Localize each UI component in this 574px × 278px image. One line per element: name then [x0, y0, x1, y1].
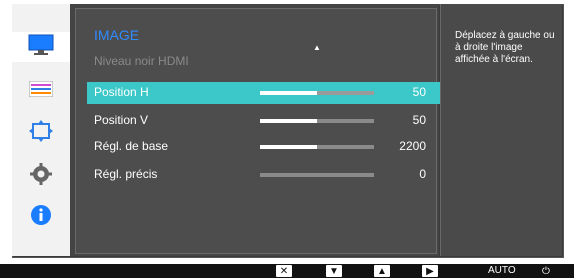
- row-value: 2200: [399, 139, 426, 153]
- menu-panel: IMAGE Niveau noir HDMI ▲ Position H 50 P…: [70, 4, 443, 256]
- auto-button[interactable]: AUTO: [488, 265, 516, 276]
- resize-icon: [29, 119, 53, 147]
- enter-arrow-icon[interactable]: ▶: [422, 265, 438, 277]
- close-icon[interactable]: ✕: [276, 265, 292, 277]
- row-value: 0: [419, 167, 426, 181]
- row-value: 50: [412, 85, 426, 99]
- level-fill: [260, 145, 317, 149]
- color-icon: [28, 80, 54, 102]
- sidebar-item-info[interactable]: [22, 202, 60, 232]
- up-arrow-icon[interactable]: ▲: [374, 265, 390, 277]
- row-label: Régl. de base: [94, 139, 169, 153]
- row-value: 50: [412, 113, 426, 127]
- menu-subtitle[interactable]: Niveau noir HDMI: [94, 54, 189, 68]
- level-slider[interactable]: [260, 91, 374, 95]
- menu-row-position-v[interactable]: Position V 50: [87, 110, 443, 132]
- monitor-icon: [28, 34, 54, 61]
- menu-row-position-h[interactable]: Position H 50: [87, 82, 443, 104]
- settings-icon: [30, 162, 52, 190]
- level-fill: [260, 91, 317, 95]
- menu-row-regl-de-base[interactable]: Régl. de base 2200: [87, 136, 443, 158]
- help-panel: Déplacez à gauche ou à droite l'image af…: [440, 4, 562, 256]
- level-slider[interactable]: [260, 145, 374, 149]
- info-icon: [30, 204, 52, 231]
- menu-row-regl-precis[interactable]: Régl. précis 0: [87, 164, 443, 186]
- sidebar-item-size[interactable]: [22, 118, 60, 148]
- menu-title: IMAGE: [94, 27, 140, 43]
- level-slider[interactable]: [260, 173, 374, 177]
- sidebar-item-settings[interactable]: [22, 161, 60, 191]
- level-slider[interactable]: [260, 119, 374, 123]
- level-fill: [260, 119, 317, 123]
- scroll-up-icon[interactable]: ▲: [313, 43, 321, 52]
- menu-inner: IMAGE Niveau noir HDMI ▲ Position H 50 P…: [75, 8, 443, 254]
- bottom-key-bar: ✕ ▼ ▲ ▶ AUTO ⏻: [0, 264, 574, 278]
- row-label: Régl. précis: [94, 167, 158, 181]
- row-label: Position H: [94, 85, 149, 99]
- sidebar-item-color[interactable]: [22, 76, 60, 106]
- power-icon[interactable]: ⏻: [538, 265, 554, 277]
- down-arrow-icon[interactable]: ▼: [326, 265, 342, 277]
- help-text: Déplacez à gauche ou à droite l'image af…: [455, 30, 555, 65]
- sidebar-item-picture[interactable]: [12, 32, 70, 62]
- row-label: Position V: [94, 113, 149, 127]
- sidebar: [12, 4, 71, 256]
